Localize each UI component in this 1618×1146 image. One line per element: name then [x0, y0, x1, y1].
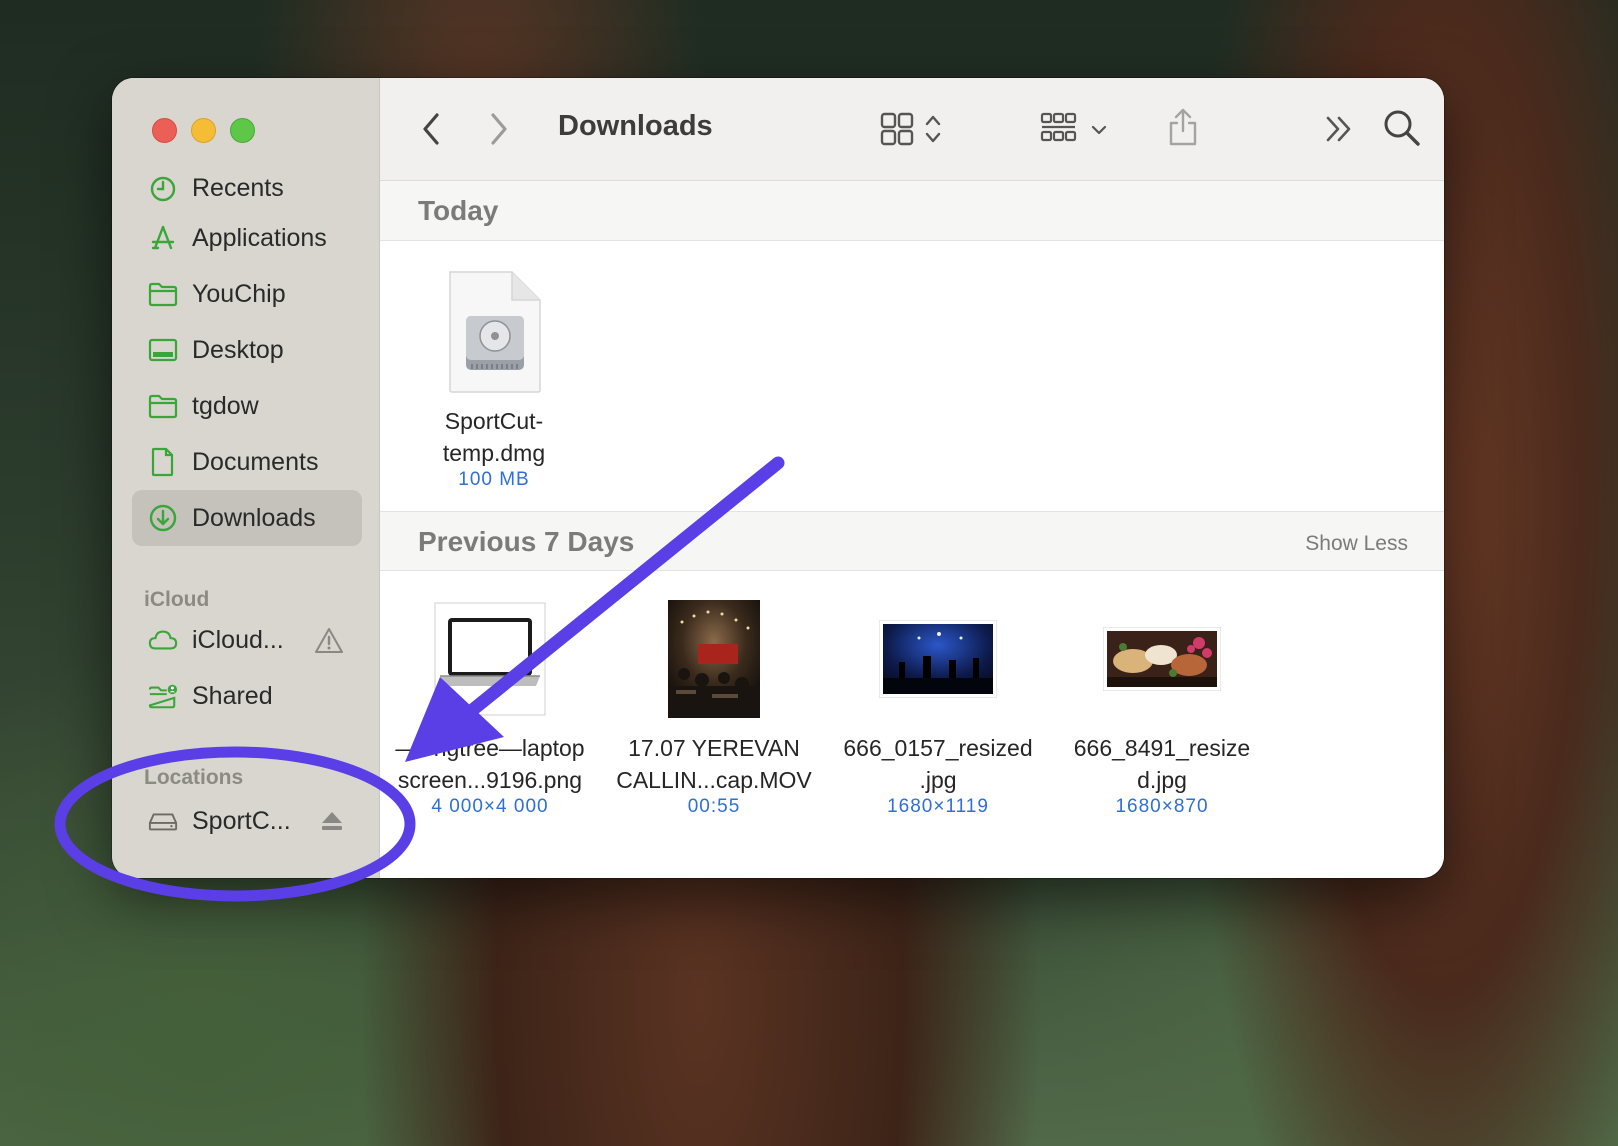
sidebar-item-shared[interactable]: Shared	[132, 668, 362, 724]
file-name: 17.07 YEREVAN CALLIN...cap.MOV	[616, 735, 812, 793]
close-button[interactable]	[152, 118, 177, 143]
file-name: 666_0157_resized .jpg	[843, 735, 1033, 793]
concert-thumbnail	[828, 594, 1048, 724]
search-icon[interactable]	[1382, 108, 1422, 148]
sidebar-item-recents[interactable]: Recents	[132, 174, 362, 210]
folder-icon	[148, 391, 178, 421]
window-title: Downloads	[558, 110, 713, 142]
sidebar-item-label: tgdow	[192, 391, 259, 420]
sidebar-item-applications[interactable]: Applications	[132, 210, 362, 266]
desktop-icon	[148, 335, 178, 365]
sidebar-list: Recents Applications YouChip Desktop tgd…	[132, 174, 362, 852]
sidebar-item-label: Applications	[192, 223, 327, 252]
toolbar: Downloads	[380, 78, 1444, 181]
file-dimensions: 4 000×4 000	[431, 796, 549, 817]
applications-icon	[148, 223, 178, 253]
window-controls	[152, 118, 255, 143]
drive-icon	[148, 806, 178, 836]
file-item[interactable]: 17.07 YEREVAN CALLIN...cap.MOV 00:55	[604, 594, 824, 818]
file-item[interactable]: —Pngtree—laptop screen...9196.png 4 000×…	[380, 594, 600, 818]
folder-icon	[148, 279, 178, 309]
disk-image-icon	[384, 267, 604, 397]
group-header-previous-7-days: Previous 7 Days Show Less	[380, 511, 1444, 571]
group-title: Previous 7 Days	[418, 526, 635, 557]
cloud-icon	[148, 625, 178, 655]
minimize-button[interactable]	[191, 118, 216, 143]
file-item[interactable]: 666_8491_resize d.jpg 1680×870	[1052, 594, 1272, 818]
sidebar-item-downloads[interactable]: Downloads	[132, 490, 362, 546]
video-thumbnail	[604, 594, 824, 724]
sidebar-item-youchip[interactable]: YouChip	[132, 266, 362, 322]
file-name: SportCut- temp.dmg	[442, 408, 546, 466]
file-duration: 00:55	[687, 796, 741, 817]
sidebar-item-label: Documents	[192, 447, 319, 476]
file-dimensions: 1680×870	[1115, 796, 1209, 817]
sidebar-item-tgdow[interactable]: tgdow	[132, 378, 362, 434]
document-icon	[148, 447, 178, 477]
zoom-button[interactable]	[230, 118, 255, 143]
clock-icon	[148, 174, 178, 204]
sidebar-item-label: Shared	[192, 681, 273, 710]
download-icon	[148, 503, 178, 533]
view-mode-button[interactable]	[880, 110, 952, 150]
sidebar-item-documents[interactable]: Documents	[132, 434, 362, 490]
food-thumbnail	[1052, 594, 1272, 724]
more-toolbar-icon[interactable]	[1322, 112, 1356, 146]
sidebar-section-locations: Locations	[144, 766, 244, 789]
file-size: 100 MB	[458, 469, 530, 490]
group-title: Today	[418, 195, 499, 226]
sidebar-section-icloud: iCloud	[144, 588, 210, 611]
sidebar-item-sportcut-volume[interactable]: SportC...	[132, 790, 362, 852]
shared-folder-icon	[148, 681, 178, 711]
file-item[interactable]: SportCut- temp.dmg 100 MB	[384, 267, 604, 491]
sidebar-item-label: iCloud...	[192, 625, 284, 654]
file-browser: Today SportCut- temp.dmg 100 MB Previous…	[380, 181, 1444, 878]
sidebar-item-label: Desktop	[192, 335, 284, 364]
sidebar-item-desktop[interactable]: Desktop	[132, 322, 362, 378]
warning-icon[interactable]	[314, 626, 344, 661]
sidebar-item-label: Downloads	[192, 503, 316, 532]
sidebar-item-label: YouChip	[192, 279, 286, 308]
file-name: —Pngtree—laptop screen...9196.png	[395, 735, 585, 793]
eject-icon[interactable]	[320, 810, 344, 839]
sidebar-item-label: SportC...	[192, 806, 291, 835]
group-header-today: Today	[380, 181, 1444, 241]
sidebar: Recents Applications YouChip Desktop tgd…	[112, 78, 380, 878]
sidebar-item-label: Recents	[192, 174, 284, 202]
sidebar-item-icloud-drive[interactable]: iCloud...	[132, 612, 362, 668]
group-by-button[interactable]	[1040, 110, 1114, 150]
forward-button[interactable]	[486, 110, 512, 148]
laptop-thumbnail	[380, 594, 600, 724]
show-less-button[interactable]: Show Less	[1305, 532, 1408, 556]
share-button[interactable]	[1166, 106, 1200, 148]
finder-window: Recents Applications YouChip Desktop tgd…	[112, 78, 1444, 878]
file-item[interactable]: 666_0157_resized .jpg 1680×1119	[828, 594, 1048, 818]
file-name: 666_8491_resize d.jpg	[1073, 735, 1251, 793]
back-button[interactable]	[418, 110, 444, 148]
file-dimensions: 1680×1119	[887, 796, 989, 817]
